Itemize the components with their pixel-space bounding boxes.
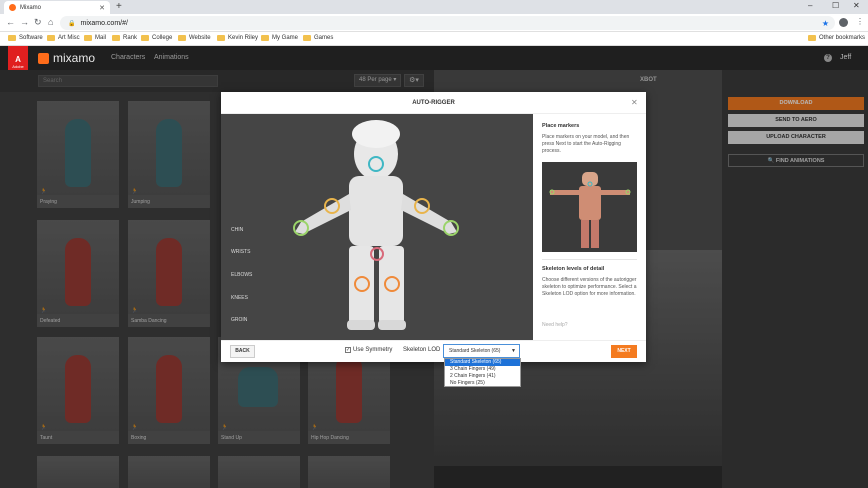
folder-icon	[141, 35, 149, 41]
back-button[interactable]: BACK	[230, 345, 255, 358]
close-tab-icon[interactable]: ✕	[99, 4, 105, 12]
app-header: A Adobe mixamo Characters Animations ? J…	[0, 46, 868, 77]
reload-icon[interactable]: ↻	[34, 17, 42, 28]
place-markers-heading: Place markers	[542, 123, 580, 129]
other-bookmarks[interactable]: Other bookmarks	[808, 35, 865, 41]
lod-heading: Skeleton levels of detail	[542, 266, 605, 272]
bookmarks-bar: Software Art Misc Mail Rank College Webs…	[0, 32, 868, 46]
bookmark-item[interactable]: Games	[303, 35, 333, 41]
folder-icon	[261, 35, 269, 41]
new-tab-icon[interactable]: +	[116, 1, 122, 12]
nav-animations[interactable]: Animations	[154, 54, 189, 61]
folder-icon	[47, 35, 55, 41]
next-button[interactable]: NEXT	[611, 345, 637, 358]
folder-icon	[178, 35, 186, 41]
bookmark-item[interactable]: Art Misc	[47, 35, 80, 41]
folder-icon	[84, 35, 92, 41]
help-icon[interactable]: ?	[824, 54, 832, 62]
close-window-icon[interactable]: ✕	[853, 1, 860, 10]
minimize-icon[interactable]: –	[808, 1, 812, 10]
bookmark-item[interactable]: Software	[8, 35, 43, 41]
panel-divider	[542, 259, 637, 260]
character-model	[293, 120, 459, 330]
marker-label-chin: CHIN	[231, 227, 244, 233]
marker-preview-image	[542, 162, 637, 252]
profile-avatar[interactable]	[839, 18, 848, 27]
lod-text: Choose different versions of the autorig…	[542, 277, 637, 297]
folder-icon	[8, 35, 16, 41]
bookmark-item[interactable]: Kevin Riley	[217, 35, 258, 41]
forward-icon[interactable]: →	[20, 17, 29, 27]
bookmark-item[interactable]: My Game	[261, 35, 298, 41]
chevron-down-icon: ▼	[511, 348, 516, 354]
instructions-panel: Place markers Place markers on your mode…	[533, 114, 646, 340]
folder-icon	[217, 35, 225, 41]
need-help-link[interactable]: Need help?	[542, 322, 568, 328]
maximize-icon[interactable]: ☐	[832, 1, 839, 10]
auto-rigger-dialog: AUTO-RIGGER ✕ CHIN WRISTS ELBOWS KNEES G…	[221, 92, 646, 362]
mixamo-logo[interactable]: mixamo	[38, 51, 95, 65]
lod-option[interactable]: No Fingers (25)	[445, 380, 520, 387]
marker-label-knees: KNEES	[231, 295, 248, 301]
folder-icon	[808, 35, 816, 41]
back-icon[interactable]: ←	[6, 17, 15, 27]
url-text: mixamo.com/#/	[80, 19, 128, 27]
lod-option[interactable]: 2 Chain Fingers (41)	[445, 373, 520, 380]
tab-title: Mixamo	[20, 4, 42, 11]
nav-characters[interactable]: Characters	[111, 54, 145, 61]
mixamo-mark-icon	[38, 52, 49, 64]
close-icon[interactable]: ✕	[631, 98, 638, 107]
browser-menu-icon[interactable]: ⋮	[856, 17, 864, 26]
lod-dropdown-list: Standard Skeleton (65) 3 Chain Fingers (…	[444, 358, 521, 387]
address-bar: ← → ↻ ⌂ 🔒 mixamo.com/#/ ★ ⋮	[0, 14, 868, 32]
skeleton-lod-label: Skeleton LOD	[403, 347, 441, 353]
folder-icon	[303, 35, 311, 41]
lod-option[interactable]: Standard Skeleton (65)	[445, 359, 520, 366]
dialog-title: AUTO-RIGGER	[221, 92, 646, 114]
dialog-footer: BACK ✓ Use Symmetry Skeleton LOD Standar…	[221, 340, 646, 362]
browser-tab[interactable]: Mixamo ✕	[4, 1, 110, 14]
url-field[interactable]: 🔒 mixamo.com/#/ ★	[60, 16, 835, 30]
checkbox-checked-icon: ✓	[345, 347, 351, 353]
skeleton-lod-select[interactable]: Standard Skeleton (65) ▼	[443, 344, 520, 358]
mixamo-favicon-icon	[9, 4, 16, 11]
bookmark-item[interactable]: Website	[178, 35, 211, 41]
browser-tabbar: Mixamo ✕ + – ☐ ✕	[0, 0, 868, 14]
marker-label-groin: GROIN	[231, 317, 248, 323]
lod-option[interactable]: 3 Chain Fingers (49)	[445, 366, 520, 373]
user-menu[interactable]: Jeff	[840, 54, 851, 61]
bookmark-item[interactable]: Rank	[112, 35, 137, 41]
folder-icon	[112, 35, 120, 41]
lock-icon: 🔒	[68, 20, 76, 27]
bookmark-item[interactable]: Mail	[84, 35, 106, 41]
use-symmetry-checkbox[interactable]: ✓ Use Symmetry	[345, 347, 392, 353]
bookmark-item[interactable]: College	[141, 35, 172, 41]
bookmark-star-icon[interactable]: ★	[822, 19, 829, 28]
marker-label-elbows: ELBOWS	[231, 272, 253, 278]
place-markers-text: Place markers on your model, and then pr…	[542, 134, 630, 154]
home-icon[interactable]: ⌂	[48, 17, 53, 27]
marker-label-wrists: WRISTS	[231, 249, 251, 255]
rig-stage[interactable]: CHIN WRISTS ELBOWS KNEES GROIN	[221, 114, 533, 340]
